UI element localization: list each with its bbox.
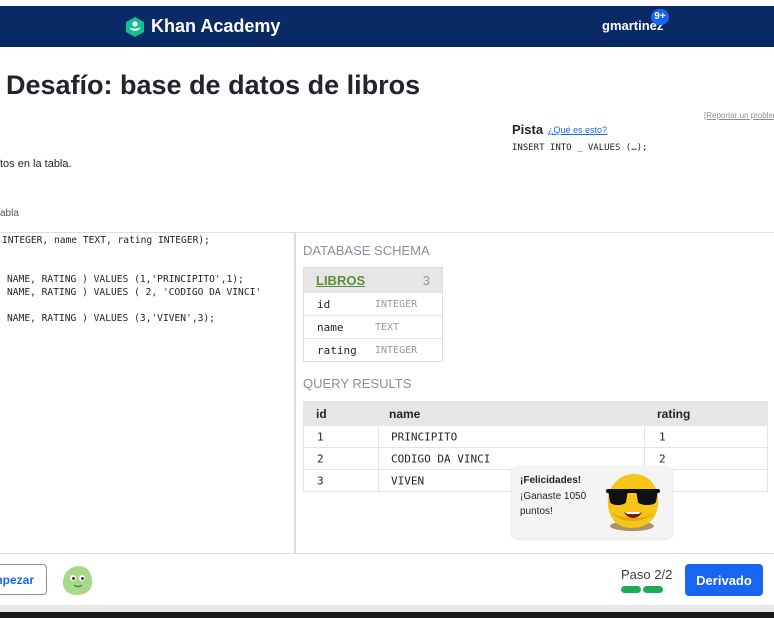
- schema-row-count: 3: [422, 272, 430, 288]
- step-indicator: Paso 2/2: [621, 567, 673, 582]
- pane-divider[interactable]: [294, 233, 296, 553]
- hint-what-is-this-link[interactable]: ¿Qué es esto?: [548, 125, 607, 135]
- schema-column-row: id INTEGER: [304, 292, 442, 315]
- sunglasses-blob-icon: [606, 474, 660, 531]
- schema-column-type: INTEGER: [375, 344, 418, 356]
- cell-divider: [378, 426, 379, 447]
- code-line: NAME, RATING ) VALUES ( 2, 'CODIGO DA VI…: [7, 287, 262, 298]
- avatar[interactable]: [60, 564, 94, 596]
- database-schema-label: DATABASE SCHEMA: [303, 243, 430, 258]
- taskbar-strip: [0, 612, 774, 618]
- start-over-button[interactable]: npezar: [0, 564, 47, 595]
- step-progress-2: [643, 586, 663, 593]
- khan-academy-logo[interactable]: Khan Academy: [125, 16, 280, 37]
- hint-label: Pista: [512, 122, 544, 137]
- schema-column-name: rating: [317, 343, 357, 357]
- cell-divider: [644, 426, 645, 447]
- toast-body: ¡Ganaste 1050 puntos!: [520, 491, 587, 517]
- instruction-text-2: abla: [0, 208, 19, 219]
- code-line: NAME, RATING ) VALUES (1,'PRINCIPITO',1)…: [7, 274, 244, 285]
- schema-table-name[interactable]: LIBROS: [316, 273, 365, 288]
- table-row: 1 PRINCIPITO 1: [303, 426, 768, 448]
- table-cell: 3: [317, 474, 324, 487]
- cell-divider: [378, 448, 379, 469]
- results-header-rating: rating: [657, 406, 691, 421]
- congratulations-toast: ¡Felicidades! ¡Ganaste 1050 puntos!: [512, 466, 672, 538]
- khan-logo-icon: [126, 16, 144, 37]
- page-title: Desafío: base de datos de libros: [6, 70, 421, 100]
- code-line: INTEGER, name TEXT, rating INTEGER);: [2, 235, 210, 246]
- table-cell: 1: [659, 430, 666, 443]
- hint-code: INSERT INTO _ VALUES (…);: [512, 143, 648, 153]
- table-cell: CODIGO DA VINCI: [391, 452, 491, 465]
- toast-title: ¡Felicidades!: [520, 475, 582, 486]
- results-header-row: id name rating: [303, 401, 768, 426]
- table-cell: 2: [659, 452, 666, 465]
- navbar: Khan Academy gmartinez 9+: [0, 6, 774, 47]
- schema-column-type: INTEGER: [375, 298, 418, 310]
- step-progress-1: [621, 586, 641, 593]
- instruction-text: tos en la tabla.: [0, 158, 72, 170]
- results-header-id: id: [316, 406, 327, 421]
- schema-column-name: id: [317, 297, 331, 311]
- table-cell: PRINCIPITO: [391, 430, 458, 443]
- report-problem-link[interactable]: [Reportar un problema]: [704, 111, 774, 120]
- cell-divider: [378, 470, 379, 491]
- table-cell: 1: [317, 430, 324, 443]
- code-editor[interactable]: INTEGER, name TEXT, rating INTEGER); NAM…: [0, 233, 294, 553]
- table-cell: 2: [317, 452, 324, 465]
- results-header-name: name: [389, 406, 421, 421]
- code-line: NAME, RATING ) VALUES (3,'VIVEN',3);: [7, 313, 215, 324]
- schema-column-name: name: [317, 320, 344, 334]
- schema-column-row: name TEXT: [304, 315, 442, 338]
- schema-column-type: TEXT: [375, 321, 400, 333]
- schema-column-row: rating INTEGER: [304, 338, 442, 361]
- query-results-label: QUERY RESULTS: [303, 376, 412, 391]
- notifications-badge[interactable]: 9+: [651, 9, 669, 25]
- logo-text: Khan Academy: [151, 16, 281, 36]
- schema-table: LIBROS 3 id INTEGER name TEXT rating INT…: [303, 267, 443, 362]
- table-cell: VIVEN: [391, 474, 425, 487]
- schema-table-header: LIBROS 3: [304, 268, 442, 292]
- next-button[interactable]: Derivado: [685, 564, 763, 596]
